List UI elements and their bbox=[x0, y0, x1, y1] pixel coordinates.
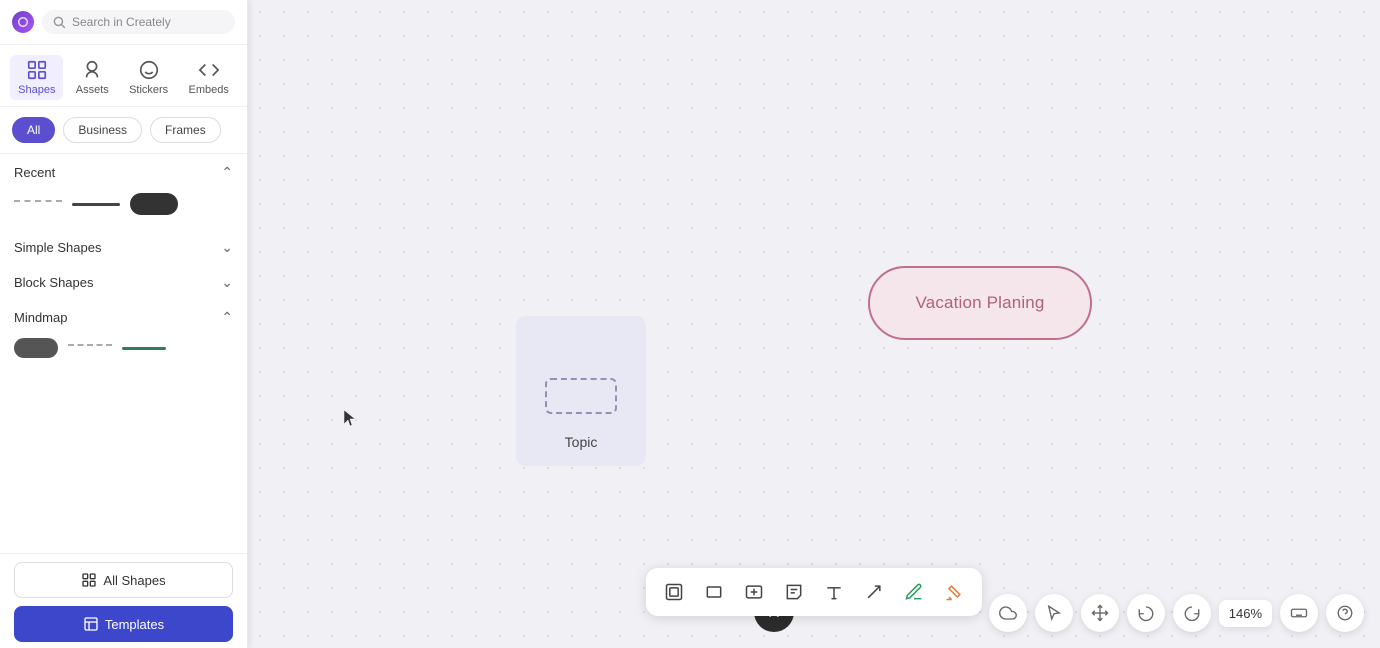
nav-item-shapes[interactable]: Shapes bbox=[10, 55, 63, 100]
bottom-right-controls: 146% bbox=[989, 594, 1364, 632]
redo-icon bbox=[1183, 604, 1201, 622]
topic-card[interactable]: Topic bbox=[516, 316, 646, 466]
stickynote-tool[interactable] bbox=[776, 574, 812, 610]
cursor-icon bbox=[1045, 604, 1063, 622]
nav-label-stickers: Stickers bbox=[129, 84, 168, 96]
all-shapes-label: All Shapes bbox=[103, 573, 165, 588]
search-bar[interactable]: Search in Creately bbox=[42, 10, 235, 34]
nav-label-shapes: Shapes bbox=[18, 84, 55, 96]
sidebar-header: Search in Creately bbox=[0, 0, 247, 45]
vacation-label: Vacation Planing bbox=[915, 293, 1044, 313]
text-icon bbox=[824, 582, 844, 602]
templates-button[interactable]: Templates bbox=[14, 606, 233, 642]
redo-button[interactable] bbox=[1173, 594, 1211, 632]
topic-label: Topic bbox=[565, 434, 598, 450]
keyboard-button[interactable] bbox=[1280, 594, 1318, 632]
section-mindmap[interactable]: Mindmap ⌃ bbox=[0, 299, 247, 334]
search-icon bbox=[52, 15, 66, 29]
highlighter-icon bbox=[944, 582, 964, 602]
textbox-tool[interactable] bbox=[736, 574, 772, 610]
sidebar-nav: Shapes Assets Stickers bbox=[0, 45, 247, 107]
nav-item-embeds[interactable]: Embeds bbox=[180, 55, 236, 100]
text-tool[interactable] bbox=[816, 574, 852, 610]
rectangle-tool[interactable] bbox=[696, 574, 732, 610]
keyboard-icon bbox=[1290, 604, 1308, 622]
sidebar-content: Recent ⌃ Simple Shapes ⌄ bbox=[0, 154, 247, 553]
filter-all[interactable]: All bbox=[12, 117, 55, 143]
move-button[interactable] bbox=[1081, 594, 1119, 632]
stickynote-icon bbox=[784, 582, 804, 602]
filter-row: All Business Frames bbox=[0, 107, 247, 154]
app-container: Search in Creately Shapes Assets bbox=[0, 0, 1380, 648]
undo-button[interactable] bbox=[1127, 594, 1165, 632]
section-title-simple: Simple Shapes bbox=[14, 240, 101, 255]
chevron-mindmap: ⌃ bbox=[221, 309, 233, 326]
chevron-simple: ⌄ bbox=[221, 239, 233, 256]
help-button[interactable] bbox=[1326, 594, 1364, 632]
dot-grid bbox=[248, 0, 1380, 648]
search-placeholder-text: Search in Creately bbox=[72, 15, 225, 29]
topic-dashed-placeholder bbox=[545, 378, 617, 414]
templates-label: Templates bbox=[105, 617, 164, 632]
frame-tool[interactable] bbox=[656, 574, 692, 610]
cloud-icon bbox=[999, 604, 1017, 622]
zoom-level[interactable]: 146% bbox=[1219, 600, 1272, 627]
rectangle-icon bbox=[704, 582, 724, 602]
arrow-icon bbox=[864, 582, 884, 602]
textbox-icon bbox=[744, 582, 764, 602]
templates-icon bbox=[83, 616, 99, 632]
pen-tool[interactable] bbox=[896, 574, 932, 610]
mindmap-shapes-row bbox=[0, 334, 247, 372]
mindmap-shape-dashed[interactable] bbox=[68, 344, 112, 352]
select-button[interactable] bbox=[1035, 594, 1073, 632]
chevron-recent: ⌃ bbox=[221, 164, 233, 181]
section-simple-shapes[interactable]: Simple Shapes ⌄ bbox=[0, 229, 247, 264]
undo-icon bbox=[1137, 604, 1155, 622]
frame-icon bbox=[664, 582, 684, 602]
section-block-shapes[interactable]: Block Shapes ⌄ bbox=[0, 264, 247, 299]
sidebar-footer: All Shapes Templates bbox=[0, 553, 247, 648]
recent-shape-solid[interactable] bbox=[72, 203, 120, 206]
creately-logo-icon bbox=[12, 11, 34, 33]
nav-label-embeds: Embeds bbox=[188, 84, 228, 96]
filter-business[interactable]: Business bbox=[63, 117, 142, 143]
move-icon bbox=[1091, 604, 1109, 622]
section-title-recent: Recent bbox=[14, 165, 55, 180]
all-shapes-button[interactable]: All Shapes bbox=[14, 562, 233, 598]
nav-item-stickers[interactable]: Stickers bbox=[121, 55, 176, 100]
recent-shape-pill[interactable] bbox=[130, 193, 178, 215]
recent-shapes-row bbox=[0, 189, 247, 229]
chevron-block: ⌄ bbox=[221, 274, 233, 291]
sidebar: Search in Creately Shapes Assets bbox=[0, 0, 248, 648]
creately-logo bbox=[12, 11, 34, 33]
cloud-button[interactable] bbox=[989, 594, 1027, 632]
section-title-block: Block Shapes bbox=[14, 275, 94, 290]
nav-label-assets: Assets bbox=[76, 84, 109, 96]
help-icon bbox=[1336, 604, 1354, 622]
filter-frames[interactable]: Frames bbox=[150, 117, 221, 143]
grid-icon bbox=[81, 572, 97, 588]
bottom-toolbar bbox=[646, 568, 982, 616]
section-title-mindmap: Mindmap bbox=[14, 310, 67, 325]
highlighter-tool[interactable] bbox=[936, 574, 972, 610]
pen-icon bbox=[904, 582, 924, 602]
vacation-bubble[interactable]: Vacation Planing bbox=[868, 266, 1092, 340]
section-recent[interactable]: Recent ⌃ bbox=[0, 154, 247, 189]
mindmap-shape-pill[interactable] bbox=[14, 338, 58, 358]
mindmap-shape-line[interactable] bbox=[122, 347, 166, 350]
canvas-area[interactable]: Topic Vacation Planing bbox=[248, 0, 1380, 648]
arrow-tool[interactable] bbox=[856, 574, 892, 610]
nav-item-assets[interactable]: Assets bbox=[68, 55, 117, 100]
recent-shape-dashed[interactable] bbox=[14, 200, 62, 208]
